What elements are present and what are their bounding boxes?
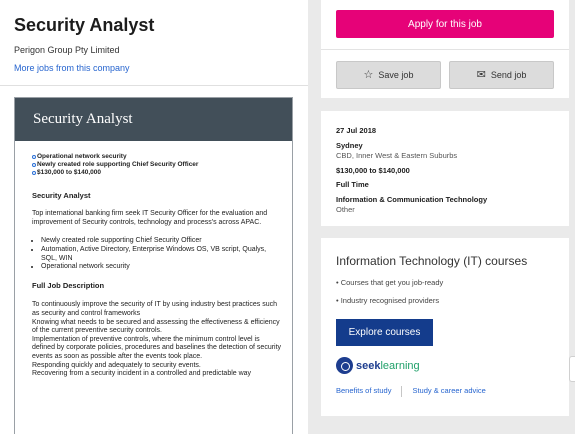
course-item: • Courses that get you job-ready bbox=[336, 278, 444, 287]
description-line: Recovering from a security incident in a… bbox=[32, 370, 252, 378]
bullet-ring-icon bbox=[32, 163, 36, 168]
description-line: Implementation of preventive controls, w… bbox=[32, 335, 282, 360]
bullet-item: Newly created role supporting Chief Secu… bbox=[41, 237, 282, 246]
ad-header: Security Analyst bbox=[15, 98, 292, 141]
more-jobs-link[interactable]: More jobs from this company bbox=[14, 63, 130, 73]
course-item: • Industry recognised providers bbox=[336, 296, 440, 305]
bullet-ring-icon bbox=[32, 155, 36, 159]
description: To continuously improve the security of … bbox=[32, 301, 282, 378]
ad-body: Operational network security Newly creat… bbox=[32, 153, 282, 379]
salary: $130,000 to $140,000 bbox=[336, 166, 410, 175]
seek-learning-logo: seek learning bbox=[336, 357, 420, 374]
job-detail-panel: Security Analyst Perigon Group Pty Limit… bbox=[0, 0, 308, 434]
highlight-item: Operational network security bbox=[32, 153, 282, 161]
courses-title: Information Technology (IT) courses bbox=[336, 254, 528, 268]
study-career-advice-link[interactable]: Study & career advice bbox=[412, 386, 485, 397]
work-type: Full Time bbox=[336, 180, 369, 189]
envelope-icon: ✉ bbox=[476, 68, 486, 81]
highlight-item: $130,000 to $140,000 bbox=[32, 169, 282, 177]
area: CBD, Inner West & Eastern Suburbs bbox=[336, 151, 458, 160]
job-details-panel: 27 Jul 2018 Sydney CBD, Inner West & Eas… bbox=[321, 111, 569, 226]
location: Sydney bbox=[336, 141, 363, 150]
divider bbox=[321, 49, 569, 50]
description-line: To continuously improve the security of … bbox=[32, 301, 277, 317]
highlight-item: Newly created role supporting Chief Secu… bbox=[32, 161, 282, 169]
description-line: Responding quickly and adequately to sec… bbox=[32, 361, 201, 369]
section-heading: Security Analyst bbox=[32, 190, 91, 200]
send-job-button[interactable]: ✉ Send job bbox=[449, 61, 554, 89]
send-label: Send job bbox=[490, 70, 527, 80]
course-links: Benefits of study Study & career advice bbox=[336, 386, 486, 397]
company-name: Perigon Group Pty Limited bbox=[14, 45, 120, 55]
job-ad-template: Security Analyst Operational network sec… bbox=[14, 97, 293, 434]
benefits-of-study-link[interactable]: Benefits of study bbox=[336, 386, 391, 397]
seek-logo-icon bbox=[336, 357, 353, 374]
intro-paragraph: Top international banking firm seek IT S… bbox=[32, 210, 268, 226]
courses-panel: Information Technology (IT) courses • Co… bbox=[321, 238, 569, 416]
ad-title: Security Analyst bbox=[33, 111, 133, 127]
actions-panel: Apply for this job ☆ Save job ✉ Send job bbox=[321, 0, 569, 98]
bullet-item: Automation, Active Directory, Enterprise… bbox=[41, 246, 282, 263]
section-heading: Full Job Description bbox=[32, 280, 105, 290]
bullet-list: Newly created role supporting Chief Secu… bbox=[32, 237, 282, 271]
classification: Information & Communication Technology bbox=[336, 195, 488, 204]
job-title: Security Analyst bbox=[14, 15, 155, 35]
listing-date: 27 Jul 2018 bbox=[336, 126, 377, 135]
star-icon: ☆ bbox=[363, 68, 374, 81]
divider bbox=[401, 386, 403, 397]
sub-classification: Other bbox=[336, 205, 355, 214]
save-job-button[interactable]: ☆ Save job bbox=[336, 61, 441, 89]
highlights-list: Operational network security Newly creat… bbox=[32, 153, 282, 178]
bullet-ring-icon bbox=[32, 171, 36, 176]
apply-button[interactable]: Apply for this job bbox=[336, 10, 554, 38]
save-label: Save job bbox=[378, 70, 414, 80]
description-line: Knowing what needs to be secured and ass… bbox=[32, 318, 280, 335]
bullet-item: Operational network security bbox=[41, 263, 282, 272]
feedback-tab[interactable] bbox=[569, 356, 575, 382]
explore-courses-button[interactable]: Explore courses bbox=[336, 319, 433, 346]
courses-list: • Courses that get you job-ready • Indus… bbox=[336, 278, 443, 314]
divider bbox=[0, 85, 308, 86]
